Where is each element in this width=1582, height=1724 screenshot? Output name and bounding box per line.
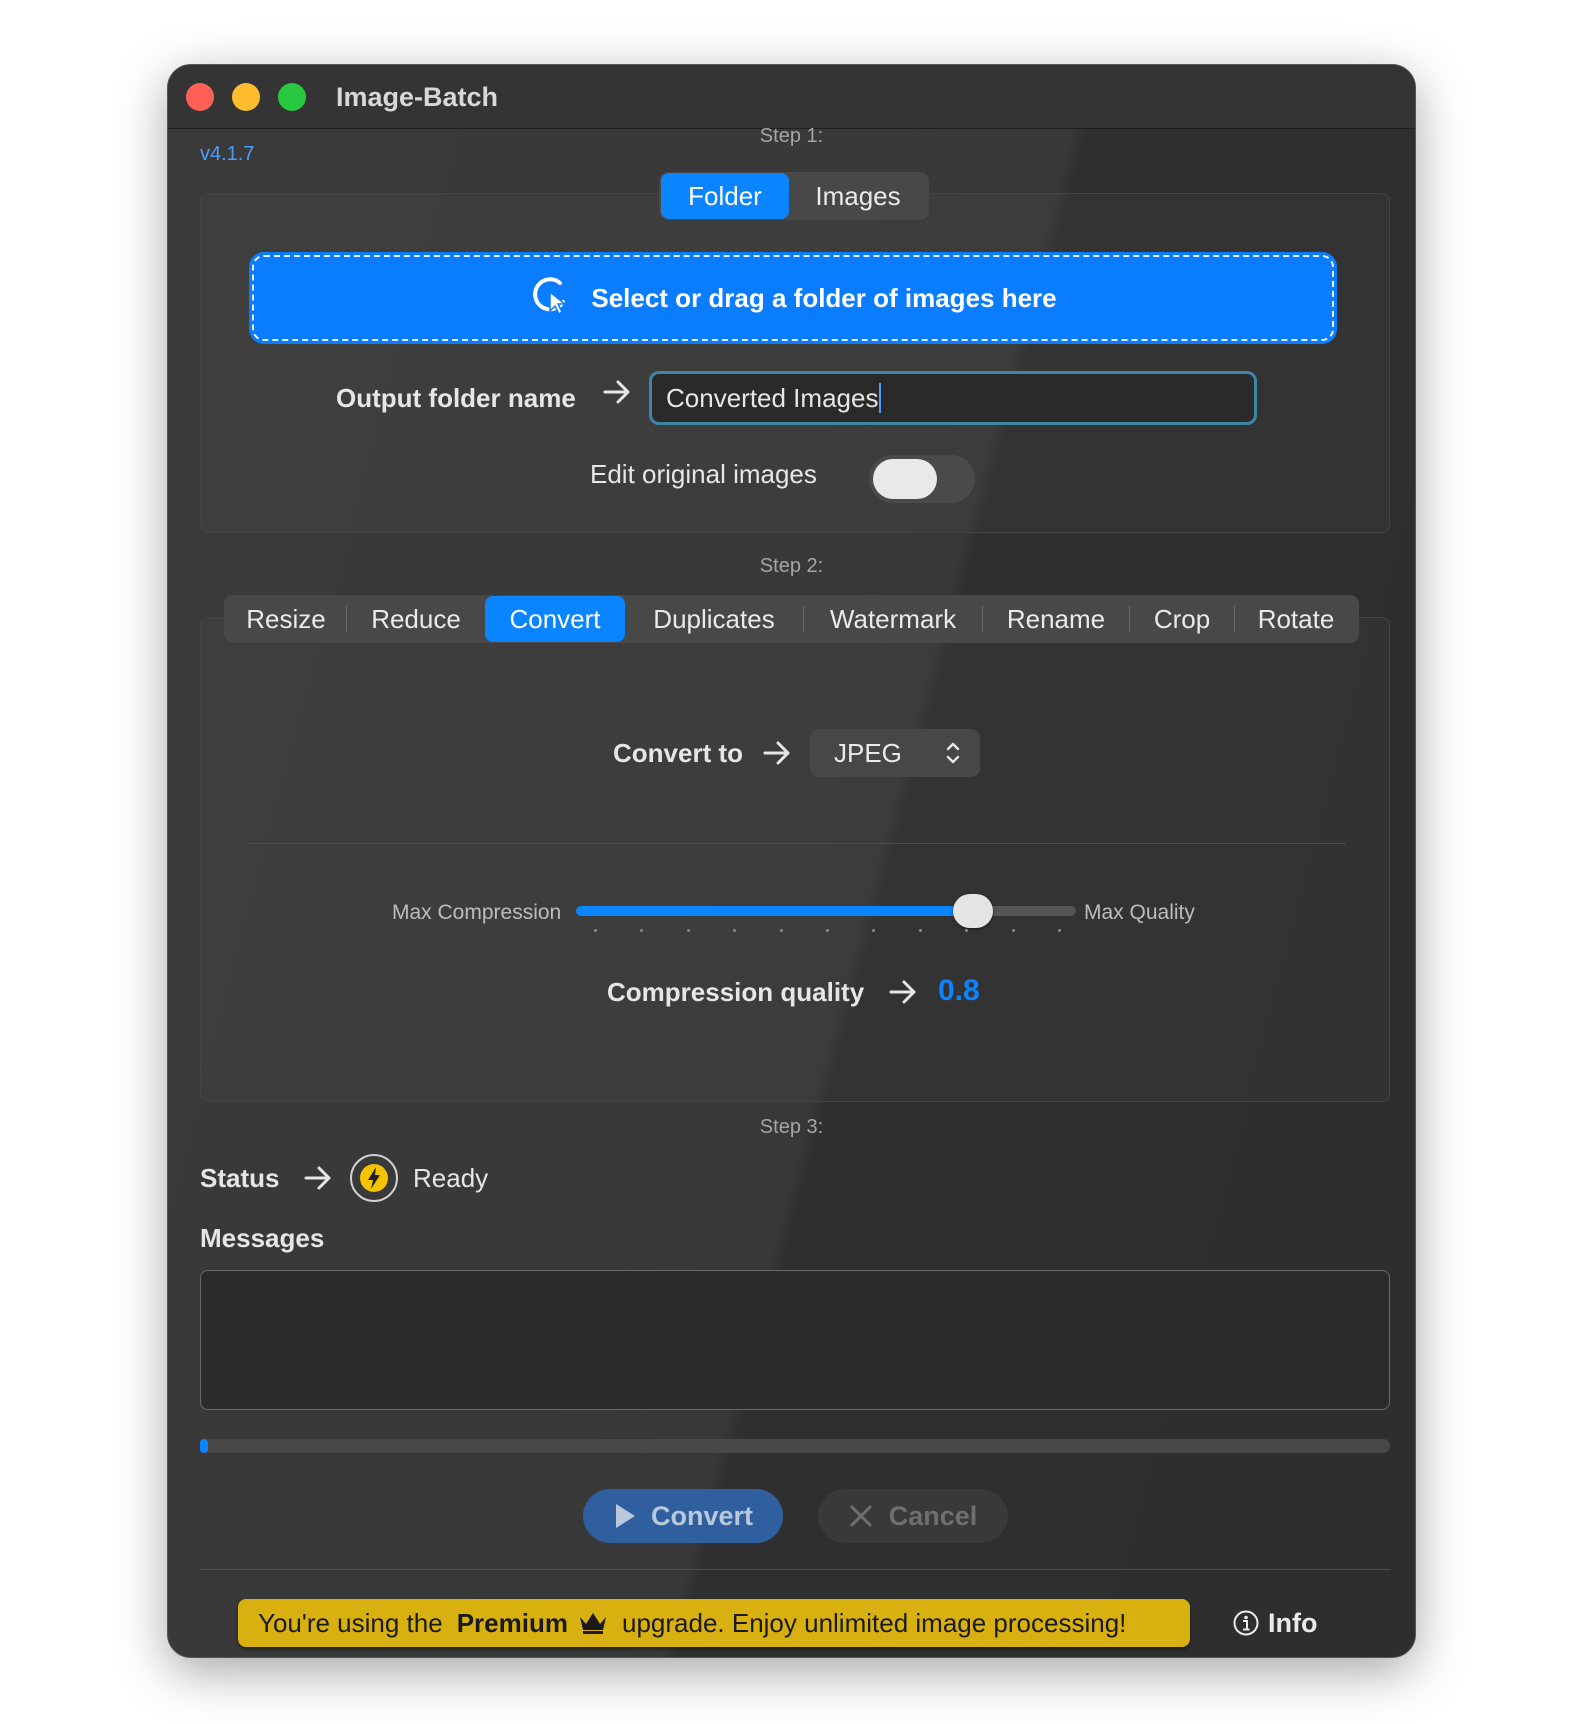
slider-tick <box>826 929 829 932</box>
slider-tick <box>779 929 783 932</box>
arrow-right-icon <box>602 375 632 414</box>
edit-original-label: Edit original images <box>590 459 817 489</box>
progress-fill <box>200 1439 208 1453</box>
quality-slider[interactable] <box>576 894 1076 928</box>
convert-to-label: Convert to <box>613 738 743 768</box>
chevron-up-down-icon <box>944 739 962 767</box>
status-indicator <box>350 1154 398 1202</box>
section-divider <box>246 843 1346 844</box>
info-circle-icon <box>1232 1609 1260 1637</box>
output-folder-value: Converted Images <box>666 382 879 413</box>
output-folder-label: Output folder name <box>336 383 576 413</box>
title-bar: Image-Batch <box>168 65 1415 129</box>
premium-prefix: You're using the <box>258 1607 443 1638</box>
cancel-button-label: Cancel <box>888 1500 978 1531</box>
tab-rotate[interactable]: Rotate <box>1235 596 1357 642</box>
output-folder-input[interactable]: Converted Images <box>649 371 1257 425</box>
tab-convert[interactable]: Convert <box>485 596 625 642</box>
close-window-button[interactable] <box>186 83 214 111</box>
slider-tick <box>1011 929 1015 932</box>
cancel-button[interactable]: Cancel <box>818 1489 1008 1543</box>
crown-icon <box>578 1610 608 1636</box>
tab-images[interactable]: Images <box>789 173 927 219</box>
text-caret <box>879 383 882 413</box>
dropzone-label: Select or drag a folder of images here <box>591 282 1057 313</box>
source-segmented-control: Folder Images <box>659 172 929 220</box>
compression-quality-label: Compression quality <box>607 977 865 1007</box>
edit-original-toggle[interactable] <box>869 455 975 503</box>
play-icon <box>613 1502 637 1530</box>
tab-resize[interactable]: Resize <box>226 596 346 642</box>
footer-divider <box>200 1569 1390 1570</box>
step3-label: Step 3: <box>759 1116 824 1138</box>
slider-min-label: Max Compression <box>392 901 562 924</box>
pointer-click-icon <box>529 274 573 323</box>
step2-label: Step 2: <box>759 555 824 577</box>
tab-crop[interactable]: Crop <box>1130 596 1234 642</box>
arrow-right-icon <box>303 1161 333 1200</box>
slider-thumb[interactable] <box>953 894 993 928</box>
app-window: Image-Batch v4.1.7 Step 1: Folder Images… <box>167 64 1416 1658</box>
format-value: JPEG <box>834 737 902 768</box>
tab-rename[interactable]: Rename <box>983 596 1129 642</box>
folder-dropzone[interactable]: Select or drag a folder of images here <box>252 255 1334 341</box>
slider-max-label: Max Quality <box>1084 901 1195 924</box>
compression-quality-value: 0.8 <box>938 974 980 1007</box>
messages-area[interactable] <box>200 1270 1390 1410</box>
tab-folder[interactable]: Folder <box>661 173 789 219</box>
messages-label: Messages <box>200 1223 325 1253</box>
slider-tick <box>1058 929 1061 932</box>
close-icon <box>849 1504 873 1528</box>
step2-group <box>200 617 1390 1102</box>
operation-tabs: Resize Reduce Convert Duplicates Waterma… <box>224 595 1359 643</box>
step1-label: Step 1: <box>759 125 824 147</box>
slider-tick <box>686 929 690 932</box>
premium-suffix: upgrade. Enjoy unlimited image processin… <box>621 1607 1127 1638</box>
arrow-right-icon <box>762 736 792 775</box>
slider-fill <box>576 906 973 916</box>
progress-bar <box>200 1439 1390 1453</box>
toggle-knob <box>873 459 937 499</box>
arrow-right-icon <box>888 975 918 1014</box>
format-select[interactable]: JPEG <box>810 729 980 777</box>
premium-banner: You're using the Premium upgrade. Enjoy … <box>238 1599 1190 1647</box>
minimize-window-button[interactable] <box>232 83 260 111</box>
tab-duplicates[interactable]: Duplicates <box>625 596 803 642</box>
convert-button-label: Convert <box>650 1500 753 1531</box>
slider-tick <box>594 929 597 932</box>
tab-watermark[interactable]: Watermark <box>804 596 982 642</box>
info-button[interactable]: Info <box>1232 1603 1317 1643</box>
status-value: Ready <box>413 1163 489 1193</box>
info-button-label: Info <box>1268 1607 1318 1638</box>
slider-tick <box>918 929 922 932</box>
bolt-icon <box>360 1164 388 1192</box>
premium-word: Premium <box>456 1607 568 1638</box>
zoom-window-button[interactable] <box>278 83 306 111</box>
tab-reduce[interactable]: Reduce <box>347 596 485 642</box>
status-label: Status <box>200 1163 280 1193</box>
window-title: Image-Batch <box>336 82 499 112</box>
convert-button[interactable]: Convert <box>583 1489 783 1543</box>
